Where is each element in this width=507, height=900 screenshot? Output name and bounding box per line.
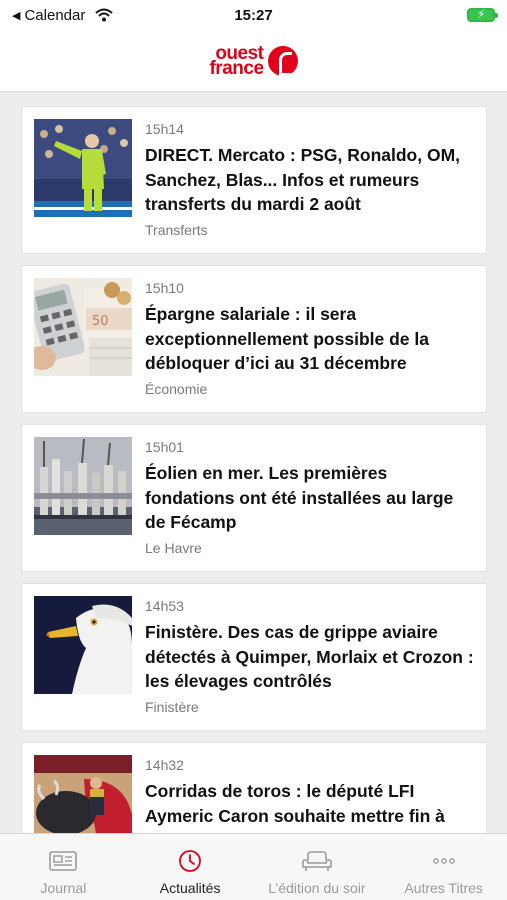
tab-autres-titres[interactable]: Autres Titres xyxy=(380,834,507,900)
tab-label: Actualités xyxy=(159,880,221,896)
article-card[interactable]: 15h01 Éolien en mer. Les premières fonda… xyxy=(21,424,487,572)
news-feed[interactable]: 15h14 DIRECT. Mercato : PSG, Ronaldo, OM… xyxy=(0,93,507,833)
article-title[interactable]: DIRECT. Mercato : PSG, Ronaldo, OM, Sanc… xyxy=(145,143,474,217)
ouest-france-logo[interactable]: ouest france xyxy=(209,44,298,79)
sofa-icon xyxy=(302,848,332,874)
article-time: 15h14 xyxy=(145,121,184,137)
article-time: 14h53 xyxy=(145,598,184,614)
tab-edition-du-soir[interactable]: L’édition du soir xyxy=(254,834,381,900)
article-thumbnail-goalkeeper xyxy=(34,119,132,217)
wifi-icon xyxy=(95,8,114,22)
article-thumbnail-calculator-money: 50 xyxy=(34,278,132,376)
article-card[interactable]: 15h14 DIRECT. Mercato : PSG, Ronaldo, OM… xyxy=(21,106,487,254)
logo-line-2: france xyxy=(209,57,264,79)
article-card[interactable]: 14h32 Corridas de toros : le député LFI … xyxy=(21,742,487,833)
status-bar: ◀ Calendar 15:27 ⚡ xyxy=(0,0,507,30)
article-category[interactable]: Transferts xyxy=(145,222,474,238)
tab-actualites[interactable]: Actualités xyxy=(127,834,254,900)
newspaper-icon xyxy=(49,848,78,874)
bottom-tab-bar: Journal Actualités L’édition du soir Aut… xyxy=(0,833,507,900)
article-time: 15h01 xyxy=(145,439,184,455)
article-card[interactable]: 14h53 Finistère. Des cas de grippe aviai… xyxy=(21,583,487,731)
logo-mark-icon xyxy=(267,45,298,76)
article-category[interactable]: Économie xyxy=(145,381,474,397)
article-card[interactable]: 50 15h10 Épargne salariale : il sera exc… xyxy=(21,265,487,413)
tab-label: L’édition du soir xyxy=(268,880,366,896)
more-dots-icon xyxy=(432,848,456,874)
app-header: ouest france xyxy=(0,30,507,92)
tab-journal[interactable]: Journal xyxy=(0,834,127,900)
article-thumbnail-wind-foundations xyxy=(34,437,132,535)
article-title[interactable]: Épargne salariale : il sera exceptionnel… xyxy=(145,302,474,376)
article-title[interactable]: Corridas de toros : le député LFI Aymeri… xyxy=(145,779,474,828)
article-thumbnail-seagull xyxy=(34,596,132,694)
article-time: 14h32 xyxy=(145,757,184,773)
article-category[interactable]: Le Havre xyxy=(145,540,474,556)
svg-text:50: 50 xyxy=(92,314,109,329)
tab-label: Journal xyxy=(40,880,87,896)
battery-icon: ⚡ xyxy=(467,7,498,22)
clock-icon xyxy=(178,848,202,874)
article-title[interactable]: Éolien en mer. Les premières fondations … xyxy=(145,461,474,535)
article-thumbnail-corrida xyxy=(34,755,132,833)
tab-label: Autres Titres xyxy=(404,880,483,896)
back-to-app-label[interactable]: Calendar xyxy=(24,7,85,24)
article-title[interactable]: Finistère. Des cas de grippe aviaire dét… xyxy=(145,620,474,694)
article-category[interactable]: Finistère xyxy=(145,699,474,715)
status-time: 15:27 xyxy=(234,6,273,24)
article-time: 15h10 xyxy=(145,280,184,296)
back-arrow-icon[interactable]: ◀ xyxy=(12,9,20,22)
